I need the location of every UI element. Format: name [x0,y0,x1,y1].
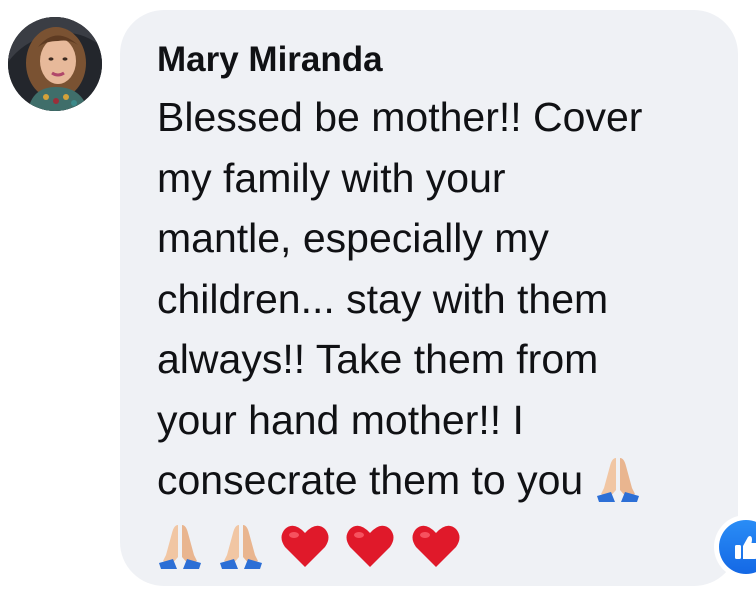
red-heart-emoji-icon [346,525,394,567]
comment-author-name[interactable]: Mary Miranda [157,40,383,80]
avatar[interactable] [8,17,102,111]
folded-hands-emoji-icon [596,458,639,502]
like-reaction-circle [719,520,756,574]
comment-line: children... stay with them [157,275,609,322]
folded-hands-emoji-icon [220,524,263,569]
avatar-image [8,17,102,111]
emoji-row [157,517,717,577]
comment-line: always!! Take them from [157,336,599,382]
comment-line: mantle, especially my [157,215,549,261]
red-heart-emoji-icon [281,525,329,567]
comment-text: Blessed be mother!! Cover my family with… [157,87,717,577]
comment-line: Blessed be mother!! Cover [157,94,643,140]
comment-line: my family with your [157,154,506,201]
comment-line: your hand mother!! I [157,396,524,443]
folded-hands-emoji-icon [159,524,201,569]
comment-line-last: consecrate them to you [157,450,717,511]
comment-line-text: consecrate them to you [157,457,584,503]
comment-bubble[interactable]: Mary Miranda Blessed be mother!! Cover m… [120,10,738,586]
thumbs-up-icon [735,536,756,559]
red-heart-emoji-icon [412,525,460,567]
